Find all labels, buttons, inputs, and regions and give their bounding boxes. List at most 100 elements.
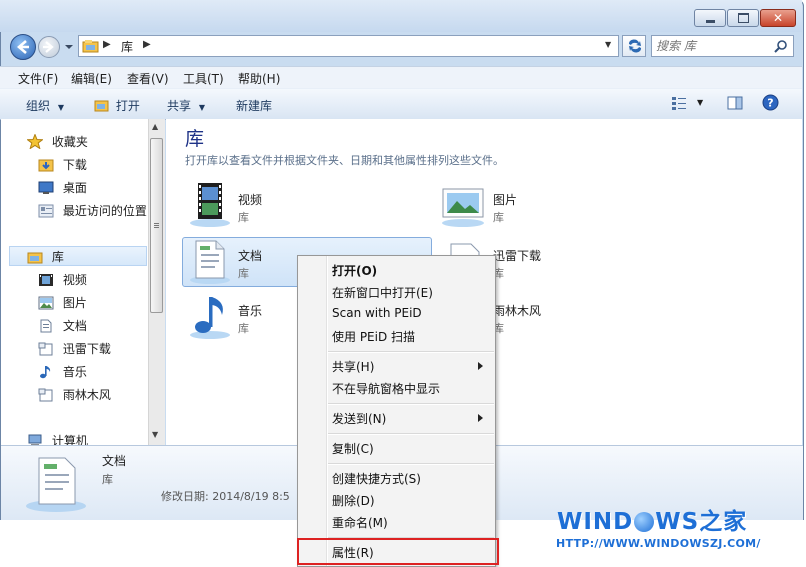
page-description: 打开库以查看文件并根据文件夹、日期和其他属性排列这些文件。	[185, 154, 504, 167]
nav-favorites[interactable]: 收藏夹	[26, 133, 88, 150]
view-list-icon	[672, 97, 686, 110]
video-library-small-icon	[39, 274, 53, 286]
library-name: 文档	[238, 249, 263, 263]
ctx-create-shortcut[interactable]: 创建快捷方式(S)	[332, 470, 421, 487]
share-button[interactable]: 共享 ▼	[167, 97, 205, 114]
ctx-separator	[328, 351, 494, 353]
nav-lib-documents-label: 文档	[62, 319, 87, 333]
close-button[interactable]: ✕	[760, 9, 796, 27]
nav-desktop-label: 桌面	[62, 181, 87, 195]
view-chevron-icon: ▼	[697, 98, 704, 107]
library-name: 图片	[493, 193, 518, 207]
maximize-icon	[737, 13, 749, 23]
library-icon	[82, 40, 99, 53]
nav-lib-documents[interactable]: 文档	[38, 317, 87, 334]
nav-lib-xunlei[interactable]: 迅雷下载	[38, 340, 111, 357]
address-dropdown-icon[interactable]: ▼	[605, 40, 611, 49]
forward-button[interactable]	[38, 36, 60, 58]
address-bar[interactable]: ▶ 库 ▶ ▼	[78, 35, 619, 57]
back-button[interactable]	[10, 34, 36, 60]
watermark-logo-right: WS之家	[655, 509, 748, 535]
back-arrow-icon	[17, 40, 29, 54]
music-library-icon	[190, 297, 230, 339]
menu-tools[interactable]: 工具(T)	[183, 70, 224, 87]
navigation-scrollbar-thumb[interactable]	[150, 138, 163, 313]
menu-help[interactable]: 帮助(H)	[238, 70, 280, 87]
minimize-button[interactable]	[694, 9, 726, 27]
search-box[interactable]	[651, 35, 794, 57]
share-chevron-icon: ▼	[198, 103, 205, 112]
search-icon[interactable]	[774, 39, 788, 53]
desktop-icon	[38, 181, 54, 194]
nav-desktop[interactable]: 桌面	[38, 179, 87, 196]
library-tile-pictures[interactable]: 图片 库	[439, 181, 679, 229]
new-library-button[interactable]: 新建库	[236, 97, 272, 114]
recent-places-icon	[38, 204, 54, 218]
nav-recent-places[interactable]: 最近访问的位置	[38, 202, 147, 219]
documents-library-large-icon	[26, 457, 86, 512]
ctx-copy[interactable]: 复制(C)	[332, 440, 374, 457]
help-button[interactable]: ?	[762, 94, 779, 114]
nav-lib-pictures[interactable]: 图片	[38, 294, 87, 311]
watermark-logo-left: WIND	[557, 509, 634, 535]
ctx-send-to[interactable]: 发送到(N)	[332, 410, 386, 427]
scroll-up-icon[interactable]: ▲	[152, 122, 158, 131]
scroll-down-icon[interactable]: ▼	[152, 430, 158, 439]
ctx-scan-peid[interactable]: Scan with PEiD	[332, 306, 422, 320]
refresh-icon	[628, 39, 642, 53]
close-icon: ✕	[772, 11, 784, 25]
menu-edit[interactable]: 编辑(E)	[71, 70, 112, 87]
open-label: 打开	[115, 99, 140, 113]
nav-downloads[interactable]: 下载	[38, 156, 87, 173]
page-title: 库	[185, 128, 205, 150]
ctx-open[interactable]: 打开(O)	[332, 262, 377, 279]
ctx-delete[interactable]: 删除(D)	[332, 492, 375, 509]
ctx-open-new-window[interactable]: 在新窗口中打开(E)	[332, 284, 433, 301]
context-menu-gutter	[326, 256, 328, 566]
documents-library-small-icon	[40, 319, 52, 333]
help-icon: ?	[762, 94, 779, 111]
watermark-logo: WIND WS之家	[557, 502, 747, 536]
details-type: 库	[102, 473, 113, 486]
nav-lib-yulinmufeng[interactable]: 雨林木风	[38, 386, 111, 403]
preview-pane-icon	[727, 96, 743, 110]
nav-lib-videos[interactable]: 视频	[38, 271, 87, 288]
recent-pages-button[interactable]	[64, 40, 74, 54]
nav-lib-xunlei-label: 迅雷下载	[62, 342, 111, 356]
library-type: 库	[238, 267, 249, 280]
ctx-peid-scan-cn[interactable]: 使用 PEiD 扫描	[332, 328, 415, 345]
library-tile-videos[interactable]: 视频 库	[184, 181, 424, 229]
nav-lib-yulinmufeng-label: 雨林木风	[62, 388, 111, 402]
menu-view[interactable]: 查看(V)	[127, 70, 169, 87]
preview-pane-button[interactable]	[727, 96, 743, 113]
music-library-small-icon	[40, 366, 51, 379]
open-button[interactable]: 打开	[94, 97, 140, 114]
nav-libraries[interactable]: 库	[27, 248, 64, 265]
search-input[interactable]	[656, 37, 768, 55]
refresh-button[interactable]	[622, 35, 646, 57]
menu-file[interactable]: 文件(F)	[18, 70, 58, 87]
nav-lib-pictures-label: 图片	[62, 296, 87, 310]
nav-computer[interactable]: 计算机	[27, 432, 88, 445]
libraries-icon	[27, 252, 43, 264]
svg-text:?: ?	[767, 97, 773, 110]
details-name: 文档	[102, 454, 127, 468]
share-label: 共享	[167, 99, 192, 113]
computer-icon	[28, 434, 42, 445]
nav-lib-music[interactable]: 音乐	[38, 363, 87, 380]
nav-favorites-label: 收藏夹	[51, 135, 88, 149]
submenu-arrow-icon	[478, 414, 483, 422]
organize-button[interactable]: 组织 ▼	[26, 97, 64, 114]
xunlei-library-small-icon	[38, 342, 53, 356]
library-name: 音乐	[238, 304, 263, 318]
title-bar[interactable]	[0, 0, 802, 32]
maximize-button[interactable]	[727, 9, 759, 27]
breadcrumb-chevron-icon[interactable]: ▶	[143, 39, 151, 50]
ctx-rename[interactable]: 重命名(M)	[332, 514, 388, 531]
ctx-share[interactable]: 共享(H)	[332, 358, 374, 375]
breadcrumb-library[interactable]: 库	[121, 38, 133, 55]
organize-label: 组织	[26, 99, 51, 113]
ctx-hide-in-nav[interactable]: 不在导航窗格中显示	[332, 380, 440, 397]
view-options-button[interactable]: ▼	[671, 96, 703, 113]
ctx-separator	[328, 433, 494, 435]
